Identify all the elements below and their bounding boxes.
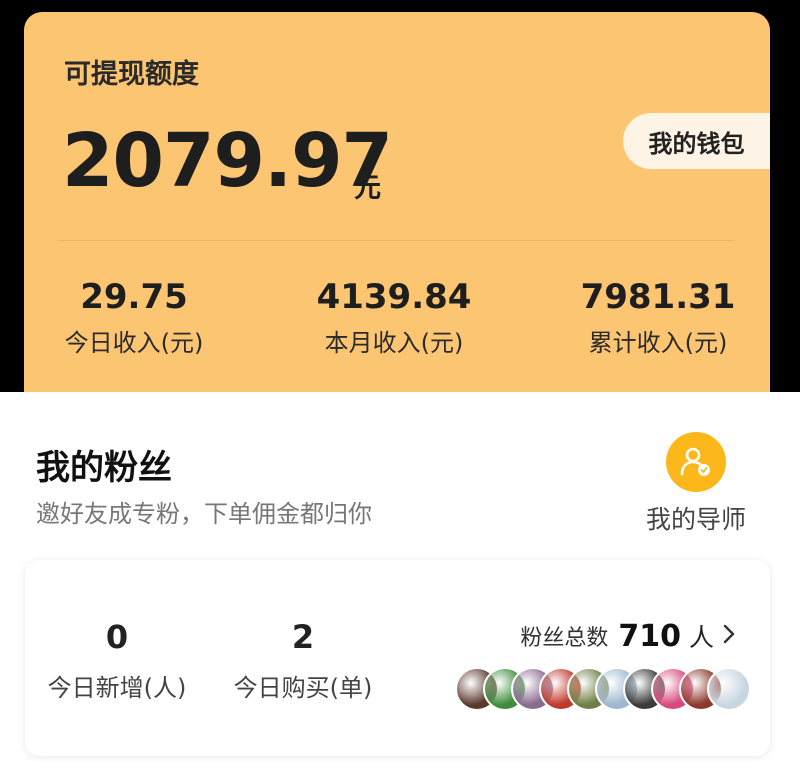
today-buy-label: 今日购买(单) [233,674,373,702]
total-fans-link[interactable]: 粉丝总数 710 人 [520,618,736,654]
today-income-stat: 29.75 今日收入(元) [24,277,244,358]
today-income-label: 今日收入(元) [64,329,204,357]
today-new-value: 0 [105,618,129,656]
balance-amount: 2079.97 [62,118,393,204]
chevron-right-icon [722,623,736,649]
fans-subtitle: 邀好友成专粉，下单佣金都归你 [36,500,372,528]
my-wallet-button[interactable]: 我的钱包 [623,113,770,169]
today-new-label: 今日新增(人) [47,674,187,702]
month-income-value: 4139.84 [316,277,472,317]
fan-avatar [707,667,751,711]
my-mentor-button[interactable]: 我的导师 [636,432,756,536]
total-income-label: 累计收入(元) [588,329,728,357]
month-income-stat: 4139.84 本月收入(元) [284,277,504,358]
fans-panel: 0 今日新增(人) 2 今日购买(单) 粉丝总数 710 人 [25,560,770,756]
month-income-label: 本月收入(元) [324,329,464,357]
total-income-stat: 7981.31 累计收入(元) [548,277,768,358]
balance-unit: 元 [354,173,381,204]
withdrawable-card: 可提现额度 2079.97 元 我的钱包 29.75 今日收入(元) 4139.… [24,12,770,392]
card-title: 可提现额度 [64,59,199,90]
mentor-person-icon [666,432,726,492]
today-buy-value: 2 [291,618,315,656]
today-buy-stat: 2 今日购买(单) [213,618,393,703]
total-fans-label: 粉丝总数 [520,626,609,651]
total-income-value: 7981.31 [580,277,736,317]
today-income-value: 29.75 [80,277,188,317]
total-fans-count: 710 [618,618,681,654]
divider [58,240,734,241]
mentor-label: 我的导师 [645,505,746,534]
total-fans-unit: 人 [688,623,714,652]
fan-avatar-list[interactable] [455,667,751,711]
today-new-stat: 0 今日新增(人) [27,618,207,703]
fans-title: 我的粉丝 [36,448,172,488]
